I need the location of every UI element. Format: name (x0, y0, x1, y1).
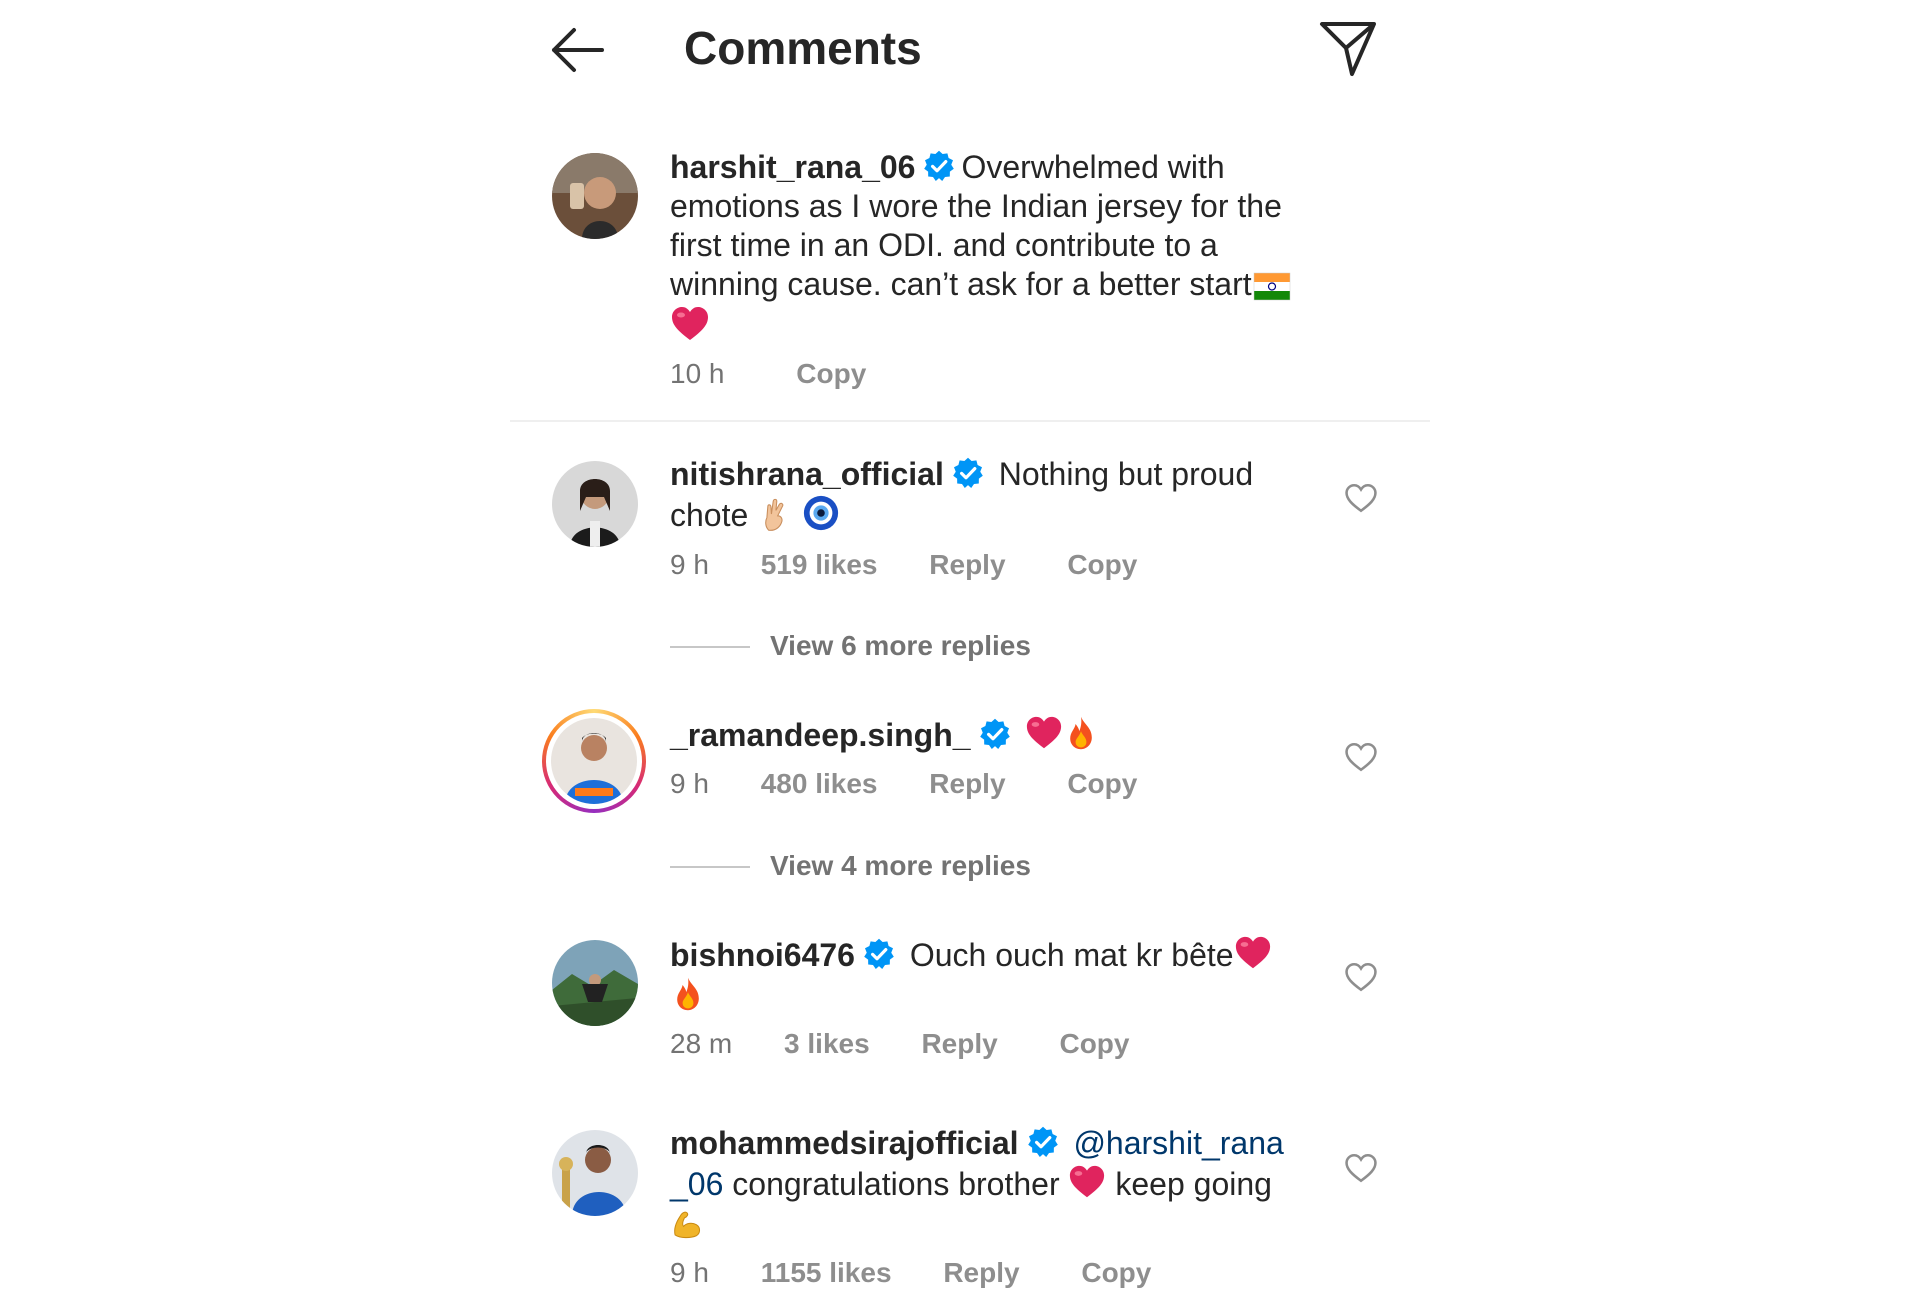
caption-text: harshit_rana_06 Overwhelmed with emotions… (670, 148, 1330, 347)
verified-badge-icon (923, 150, 955, 182)
comment-text: nitishrana_official Nothing but proud ch… (670, 455, 1330, 535)
username[interactable]: bishnoi6476 (670, 937, 855, 973)
copy-button[interactable]: Copy (1067, 768, 1137, 800)
arrow-left-icon (552, 28, 604, 72)
timestamp: 10 h (670, 358, 725, 389)
mention-link-continued[interactable]: _06 (670, 1166, 723, 1202)
likes-count[interactable]: 1155 likes (761, 1257, 892, 1289)
avatar-image (551, 718, 637, 804)
reply-button[interactable]: Reply (929, 768, 1005, 800)
avatar-image (552, 153, 638, 239)
timestamp: 9 h (670, 1257, 709, 1288)
replies-divider (670, 646, 750, 648)
red-heart-icon (670, 304, 710, 344)
like-button[interactable] (1344, 1152, 1378, 1184)
verified-badge-icon (1027, 1126, 1059, 1158)
heart-outline-icon (1344, 1152, 1378, 1184)
verified-badge-icon (979, 718, 1011, 750)
view-replies-button[interactable]: View 6 more replies (770, 630, 1031, 662)
comment-meta: 28 m 3 likes Reply Copy (670, 1028, 1129, 1060)
avatar[interactable] (552, 940, 638, 1026)
flexed-biceps-icon (670, 1206, 704, 1240)
india-flag-icon (1252, 271, 1292, 301)
comment-body: Ouch ouch mat kr bête (909, 937, 1234, 973)
like-button[interactable] (1344, 961, 1378, 993)
red-heart-icon (1025, 714, 1063, 752)
like-button[interactable] (1344, 741, 1378, 773)
copy-button[interactable]: Copy (1081, 1257, 1151, 1289)
username[interactable]: mohammedsirajofficial (670, 1125, 1019, 1161)
replies-divider (670, 866, 750, 868)
nazar-amulet-icon (802, 494, 840, 532)
likes-count[interactable]: 519 likes (761, 549, 878, 581)
comment-text: bishnoi6476 Ouch ouch mat kr bête (670, 934, 1330, 1016)
reply-button[interactable]: Reply (921, 1028, 997, 1060)
comment-meta: 9 h 519 likes Reply Copy (670, 549, 1137, 581)
comment-text: _ramandeep.singh_ (670, 714, 1330, 755)
page-title: Comments (684, 22, 922, 74)
comment-meta: 9 h 480 likes Reply Copy (670, 768, 1137, 800)
heart-outline-icon (1344, 961, 1378, 993)
avatar-image (552, 461, 638, 547)
heart-outline-icon (1344, 482, 1378, 514)
username[interactable]: harshit_rana_06 (670, 149, 915, 185)
divider (510, 420, 1430, 422)
avatar[interactable] (552, 461, 638, 547)
fire-icon (1063, 714, 1099, 752)
reply-button[interactable]: Reply (929, 549, 1005, 581)
red-heart-icon (1068, 1163, 1106, 1201)
timestamp: 9 h (670, 768, 709, 799)
fire-icon (670, 975, 706, 1013)
timestamp: 9 h (670, 549, 709, 580)
username[interactable]: _ramandeep.singh_ (670, 717, 971, 753)
share-button[interactable] (1318, 18, 1378, 78)
comment-body: congratulations brother (732, 1166, 1060, 1202)
avatar (551, 718, 637, 804)
comment-meta: 9 h 1155 likes Reply Copy (670, 1257, 1151, 1289)
verified-badge-icon (952, 457, 984, 489)
username[interactable]: nitishrana_official (670, 456, 944, 492)
back-button[interactable] (548, 22, 608, 78)
paper-plane-icon (1320, 22, 1376, 76)
copy-button[interactable]: Copy (1067, 549, 1137, 581)
avatar[interactable] (552, 153, 638, 239)
caption-meta: 10 h Copy (670, 358, 866, 390)
view-replies-button[interactable]: View 4 more replies (770, 850, 1031, 882)
comment-text: mohammedsirajofficial @harshit_rana _06 … (670, 1124, 1330, 1243)
red-heart-icon (1234, 934, 1272, 972)
likes-count[interactable]: 3 likes (784, 1028, 870, 1060)
avatar[interactable] (552, 1130, 638, 1216)
timestamp: 28 m (670, 1028, 733, 1059)
like-button[interactable] (1344, 482, 1378, 514)
story-ring[interactable] (542, 709, 646, 813)
likes-count[interactable]: 480 likes (761, 768, 878, 800)
avatar-image (552, 940, 638, 1026)
heart-outline-icon (1344, 741, 1378, 773)
comment-body-end: keep going (1115, 1166, 1272, 1202)
copy-button[interactable]: Copy (796, 358, 866, 390)
mention-link[interactable]: @harshit_rana (1073, 1125, 1283, 1161)
crossed-fingers-icon (757, 496, 793, 532)
reply-button[interactable]: Reply (943, 1257, 1019, 1289)
avatar-image (552, 1130, 638, 1216)
copy-button[interactable]: Copy (1059, 1028, 1129, 1060)
verified-badge-icon (863, 938, 895, 970)
